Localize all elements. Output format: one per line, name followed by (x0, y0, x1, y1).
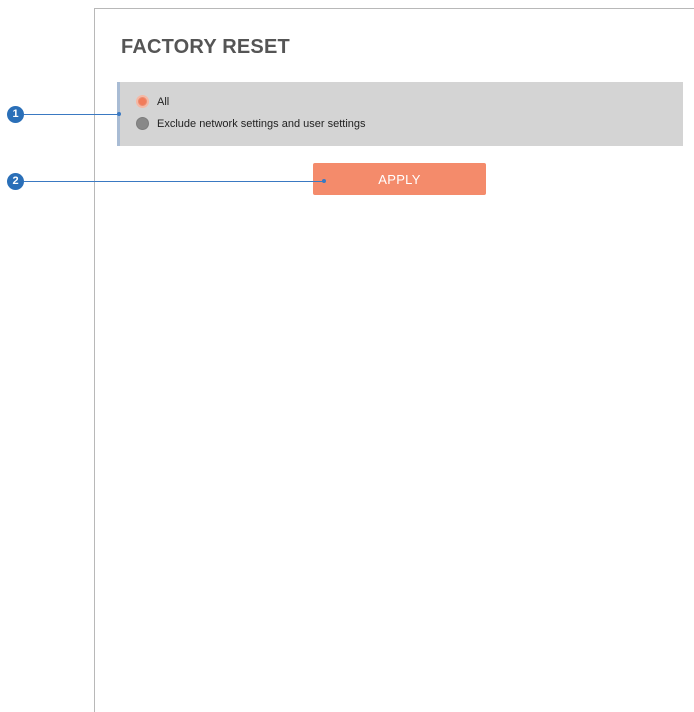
apply-button[interactable]: APPLY (313, 163, 486, 195)
callout-endpoint-2 (322, 179, 326, 183)
callout-badge-2: 2 (7, 173, 24, 190)
radio-selected-icon[interactable] (136, 95, 149, 108)
callout-endpoint-1 (117, 112, 121, 116)
callout-line-2 (24, 181, 324, 182)
reset-option-exclude-network-label: Exclude network settings and user settin… (157, 117, 366, 130)
reset-option-all[interactable]: All (136, 95, 169, 108)
callout-badge-1: 1 (7, 106, 24, 123)
page-title: FACTORY RESET (121, 36, 290, 58)
callout-line-1 (24, 114, 119, 115)
factory-reset-page: FACTORY RESET All Exclude network settin… (0, 0, 694, 712)
reset-option-all-label: All (157, 95, 170, 108)
radio-unselected-icon[interactable] (136, 117, 149, 130)
reset-option-exclude-network[interactable]: Exclude network settings and user settin… (136, 117, 366, 130)
reset-options-group: All Exclude network settings and user se… (117, 82, 683, 146)
